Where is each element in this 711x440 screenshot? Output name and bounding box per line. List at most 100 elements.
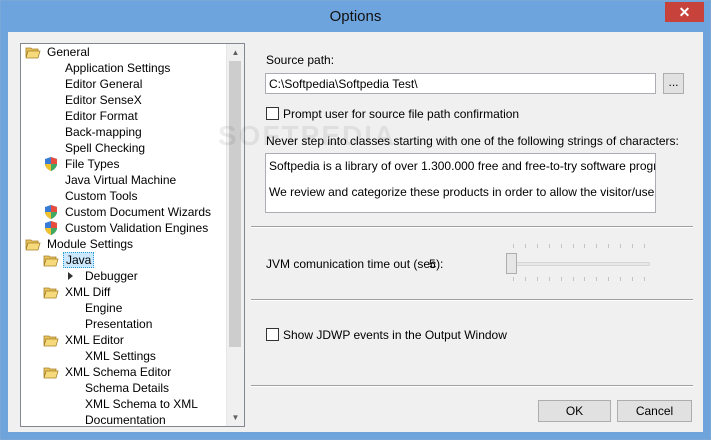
options-tree[interactable]: General Application Settings Editor Genera…	[20, 43, 245, 427]
separator-2	[251, 299, 693, 301]
slider-tick	[644, 244, 645, 248]
jdwp-checkbox-label: Show JDWP events in the Output Window	[283, 328, 507, 342]
source-path-input[interactable]: C:\Softpedia\Softpedia Test\	[265, 73, 656, 94]
tree-item-label: Custom Tools	[65, 189, 138, 203]
tree-item[interactable]: Presentation	[21, 316, 226, 332]
close-icon: ✕	[678, 4, 691, 20]
slider-tick	[584, 277, 585, 281]
tree-item[interactable]: XML Editor	[21, 332, 226, 348]
slider-tick	[561, 277, 562, 281]
tree-list: General Application Settings Editor Genera…	[21, 44, 226, 426]
tree-item[interactable]: Module Settings	[21, 236, 226, 252]
tree-item[interactable]: Schema Details	[21, 380, 226, 396]
tree-item[interactable]: Editor SenseX	[21, 92, 226, 108]
tree-item[interactable]: General	[21, 44, 226, 60]
tree-item[interactable]: XML Schema Editor	[21, 364, 226, 380]
tree-item-label: Spell Checking	[65, 141, 146, 155]
tree-item[interactable]: Documentation	[21, 412, 226, 426]
scroll-down-icon[interactable]: ▼	[227, 409, 244, 426]
folder-open-icon	[25, 237, 41, 251]
slider-tick	[513, 244, 514, 248]
slider-tick	[632, 277, 633, 281]
tree-item[interactable]: Debugger	[21, 268, 226, 284]
never-step-label: Never step into classes starting with on…	[266, 134, 679, 148]
tree-item-label: Schema Details	[85, 381, 170, 395]
shield-icon	[43, 205, 59, 219]
tree-item[interactable]: File Types	[21, 156, 226, 172]
tree-item[interactable]: Custom Validation Engines	[21, 220, 226, 236]
slider-tick	[549, 277, 550, 281]
slider-track	[509, 262, 650, 266]
title-bar: Options ✕	[1, 1, 710, 32]
slider-tick	[525, 244, 526, 248]
tree-item[interactable]: Java	[21, 252, 226, 268]
folder-open-icon	[43, 333, 59, 347]
scroll-thumb[interactable]	[229, 61, 241, 347]
prompt-checkbox[interactable]	[266, 107, 279, 120]
tree-item-label: Java	[63, 252, 95, 268]
cancel-button[interactable]: Cancel	[617, 400, 692, 422]
never-step-line-2: We review and categorize these products …	[269, 185, 656, 199]
shield-icon	[43, 221, 59, 235]
prompt-checkbox-label: Prompt user for source file path confirm…	[283, 107, 520, 121]
slider-thumb[interactable]	[506, 253, 517, 274]
tree-item-label: Custom Validation Engines	[65, 221, 209, 235]
tree-item-label: XML Diff	[65, 285, 111, 299]
slider-tick	[561, 244, 562, 248]
tree-item[interactable]: Editor General	[21, 76, 226, 92]
jvm-timeout-value: 5	[429, 257, 436, 271]
tree-item[interactable]: Java Virtual Machine	[21, 172, 226, 188]
never-step-textarea[interactable]: Softpedia is a library of over 1.300.000…	[265, 153, 656, 213]
tree-item[interactable]: Spell Checking	[21, 140, 226, 156]
tree-item-label: Application Settings	[65, 61, 171, 75]
source-path-label: Source path:	[266, 53, 335, 67]
slider-tick	[537, 277, 538, 281]
tree-item-label: Back-mapping	[65, 125, 142, 139]
slider-tick	[584, 244, 585, 248]
tree-item[interactable]: Application Settings	[21, 60, 226, 76]
separator-1	[251, 226, 693, 228]
tree-item-label: Java Virtual Machine	[65, 173, 177, 187]
jvm-timeout-label: JVM comunication time out (sec):	[266, 257, 444, 271]
tree-item[interactable]: XML Diff	[21, 284, 226, 300]
tree-item[interactable]: Custom Document Wizards	[21, 204, 226, 220]
tree-item[interactable]: XML Settings	[21, 348, 226, 364]
tree-item-label: Engine	[85, 301, 123, 315]
folder-open-icon	[43, 285, 59, 299]
tree-item-label: Module Settings	[47, 237, 134, 251]
tree-item-label: XML Editor	[65, 333, 124, 347]
tree-item-label: Debugger	[85, 269, 138, 283]
slider-tick	[608, 277, 609, 281]
scroll-up-icon[interactable]: ▲	[227, 44, 244, 61]
slider-tick	[573, 277, 574, 281]
slider-tick	[608, 244, 609, 248]
separator-3	[251, 385, 693, 387]
arrow-icon	[63, 269, 79, 283]
slider-tick	[537, 244, 538, 248]
slider-tick	[644, 277, 645, 281]
slider-tick	[513, 277, 514, 281]
shield-icon	[43, 157, 59, 171]
folder-open-icon	[43, 365, 59, 379]
jdwp-checkbox[interactable]	[266, 328, 279, 341]
tree-item-label: General	[47, 45, 90, 59]
ok-button[interactable]: OK	[538, 400, 611, 422]
tree-scrollbar[interactable]: ▲ ▼	[226, 44, 244, 426]
slider-tick	[596, 244, 597, 248]
slider-tick	[620, 244, 621, 248]
tree-item[interactable]: Engine	[21, 300, 226, 316]
tree-item[interactable]: Custom Tools	[21, 188, 226, 204]
never-step-line-1: Softpedia is a library of over 1.300.000…	[269, 159, 655, 173]
tree-item[interactable]: XML Schema to XML	[21, 396, 226, 412]
browse-button[interactable]: ...	[663, 73, 684, 94]
tree-item[interactable]: Back-mapping	[21, 124, 226, 140]
tree-item[interactable]: Editor Format	[21, 108, 226, 124]
tree-item-label: XML Settings	[85, 349, 156, 363]
slider-tick	[573, 244, 574, 248]
source-path-value: C:\Softpedia\Softpedia Test\	[269, 77, 418, 91]
tree-item-label: Custom Document Wizards	[65, 205, 212, 219]
tree-item-label: XML Schema Editor	[65, 365, 172, 379]
slider-tick	[596, 277, 597, 281]
tree-item-label: Editor General	[65, 77, 143, 91]
close-button[interactable]: ✕	[665, 2, 704, 22]
